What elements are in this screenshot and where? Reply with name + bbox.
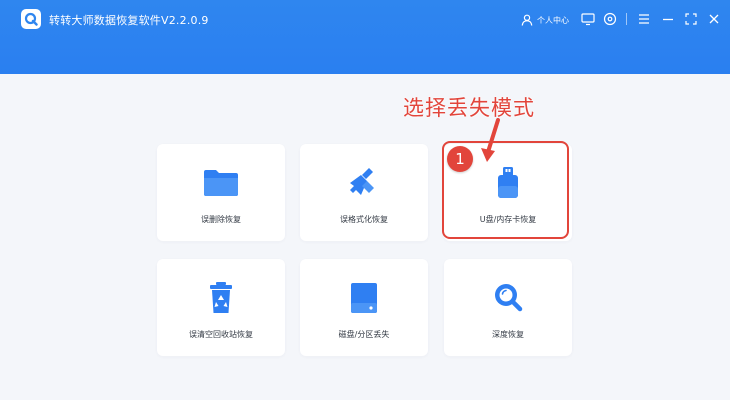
header-divider [626,13,627,25]
menu-icon[interactable] [636,11,652,27]
step-badge: 1 [447,146,473,172]
mode-card-deleted[interactable]: 误删除恢复 [157,144,285,241]
title-bar: 转转大师数据恢复软件V2.2.0.9 个人中心 [0,0,730,74]
monitor-icon[interactable] [580,11,596,27]
broom-icon [350,168,374,195]
user-center-label: 个人中心 [537,15,569,25]
folder-icon [204,170,238,196]
fullscreen-icon[interactable] [683,11,699,27]
settings-icon[interactable] [602,11,618,27]
user-center-button[interactable]: 个人中心 [521,12,569,28]
callout-text: 选择丢失模式 [403,96,535,120]
mode-label: 误格式化恢复 [340,215,388,224]
hard-disk-icon [351,283,377,313]
close-icon[interactable] [706,11,722,27]
mode-label: 深度恢复 [492,330,524,339]
recycle-bin-icon [210,282,232,313]
arrow-icon [481,118,500,162]
mode-label: 误删除恢复 [201,215,241,224]
mode-card-deep[interactable]: 深度恢复 [444,259,572,356]
mode-label: 误清空回收站恢复 [189,330,253,339]
mode-card-formatted[interactable]: 误格式化恢复 [300,144,428,241]
magnifier-icon [495,284,523,312]
app-logo-icon [21,9,41,29]
minimize-icon[interactable] [660,11,676,27]
mode-card-recycle-bin[interactable]: 误清空回收站恢复 [157,259,285,356]
user-icon [521,14,533,26]
mode-label: 磁盘/分区丢失 [338,330,390,339]
mode-card-partition[interactable]: 磁盘/分区丢失 [300,259,428,356]
app-title: 转转大师数据恢复软件V2.2.0.9 [49,14,209,27]
